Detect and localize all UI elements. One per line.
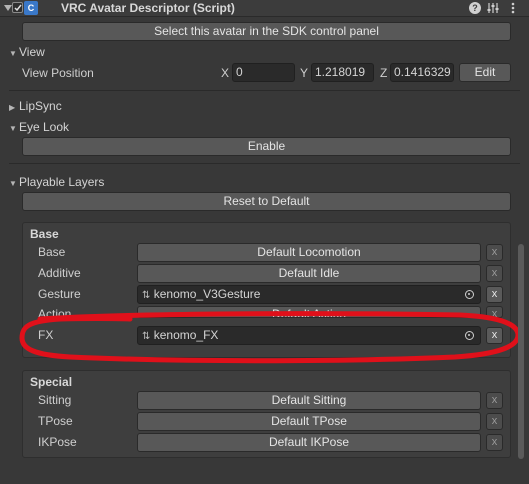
animator-controller-icon: ⇅ [142, 331, 151, 342]
foldout-open-icon: ▼ [9, 179, 17, 188]
separator [9, 163, 520, 164]
layer-gesture-value: kenomo_V3Gesture [153, 287, 261, 301]
vertical-scrollbar[interactable] [518, 244, 524, 459]
collapse-triangle-icon[interactable] [4, 4, 12, 12]
layer-label-sitting: Sitting [38, 393, 72, 407]
preset-icon[interactable] [487, 2, 499, 14]
view-position-x-field[interactable]: 0 [232, 63, 295, 82]
layer-label-fx: FX [38, 328, 54, 342]
layer-label-ikpose: IKPose [38, 435, 77, 449]
foldout-open-icon: ▼ [9, 124, 17, 133]
base-heading: Base [30, 227, 59, 241]
script-icon: C [24, 1, 38, 15]
x-label: X [221, 66, 230, 80]
select-avatar-button[interactable]: Select this avatar in the SDK control pa… [22, 22, 511, 41]
remove-layer-button[interactable]: x [486, 306, 503, 318]
view-position-z-field[interactable]: 0.1416329 [390, 63, 454, 82]
edit-view-button[interactable]: Edit [459, 63, 511, 82]
special-heading: Special [30, 375, 73, 389]
remove-layer-button[interactable]: x [486, 413, 503, 430]
enable-checkbox[interactable] [12, 2, 23, 13]
remove-layer-button[interactable]: x [486, 434, 503, 451]
eyelook-foldout[interactable]: ▼ Eye Look [9, 120, 69, 134]
enable-eyelook-button[interactable]: Enable [22, 137, 511, 156]
foldout-open-icon: ▼ [9, 49, 17, 58]
remove-layer-button[interactable]: x [486, 327, 503, 344]
object-picker-icon[interactable] [465, 290, 474, 299]
layer-fx-value: kenomo_FX [153, 328, 219, 342]
object-picker-icon[interactable] [465, 331, 474, 340]
remove-layer-button[interactable]: x [486, 392, 503, 409]
z-label: Z [380, 66, 388, 80]
view-foldout[interactable]: ▼ View [9, 45, 45, 59]
animator-controller-icon: ⇅ [142, 290, 151, 301]
reset-to-default-button[interactable]: Reset to Default [22, 192, 511, 211]
layer-label-gesture: Gesture [38, 287, 81, 301]
layer-label-tpose: TPose [38, 414, 73, 428]
help-icon[interactable]: ? [469, 2, 481, 14]
lipsync-label: LipSync [19, 99, 62, 113]
playable-layers-label: Playable Layers [19, 175, 105, 189]
layer-label-additive: Additive [38, 266, 81, 280]
remove-layer-button[interactable]: x [486, 265, 503, 282]
layer-label-action: Action [38, 307, 72, 317]
layer-action-button[interactable]: Default Action [137, 306, 481, 318]
layer-additive-button[interactable]: Default Idle [137, 264, 481, 283]
layer-sitting-button[interactable]: Default Sitting [137, 391, 481, 410]
layer-ikpose-button[interactable]: Default IKPose [137, 433, 481, 452]
eyelook-label: Eye Look [19, 120, 70, 134]
remove-layer-button[interactable]: x [486, 244, 503, 261]
component-title: VRC Avatar Descriptor (Script) [61, 1, 235, 15]
view-label: View [19, 45, 45, 59]
view-position-label: View Position [22, 66, 94, 80]
foldout-closed-icon: ▶ [9, 103, 16, 112]
remove-layer-button[interactable]: x [486, 286, 503, 303]
view-position-y-field[interactable]: 1.218019 [311, 63, 374, 82]
layer-label-base: Base [38, 245, 66, 259]
lipsync-foldout[interactable]: ▶ LipSync [9, 99, 62, 113]
layer-gesture-object-field[interactable]: ⇅ kenomo_V3Gesture [137, 285, 481, 304]
more-icon[interactable] [511, 2, 515, 14]
layer-fx-object-field[interactable]: ⇅ kenomo_FX [137, 326, 481, 345]
playable-layers-foldout[interactable]: ▼ Playable Layers [9, 175, 104, 189]
separator [9, 90, 520, 91]
layer-base-button[interactable]: Default Locomotion [137, 243, 481, 262]
y-label: Y [300, 66, 309, 80]
layer-tpose-button[interactable]: Default TPose [137, 412, 481, 431]
